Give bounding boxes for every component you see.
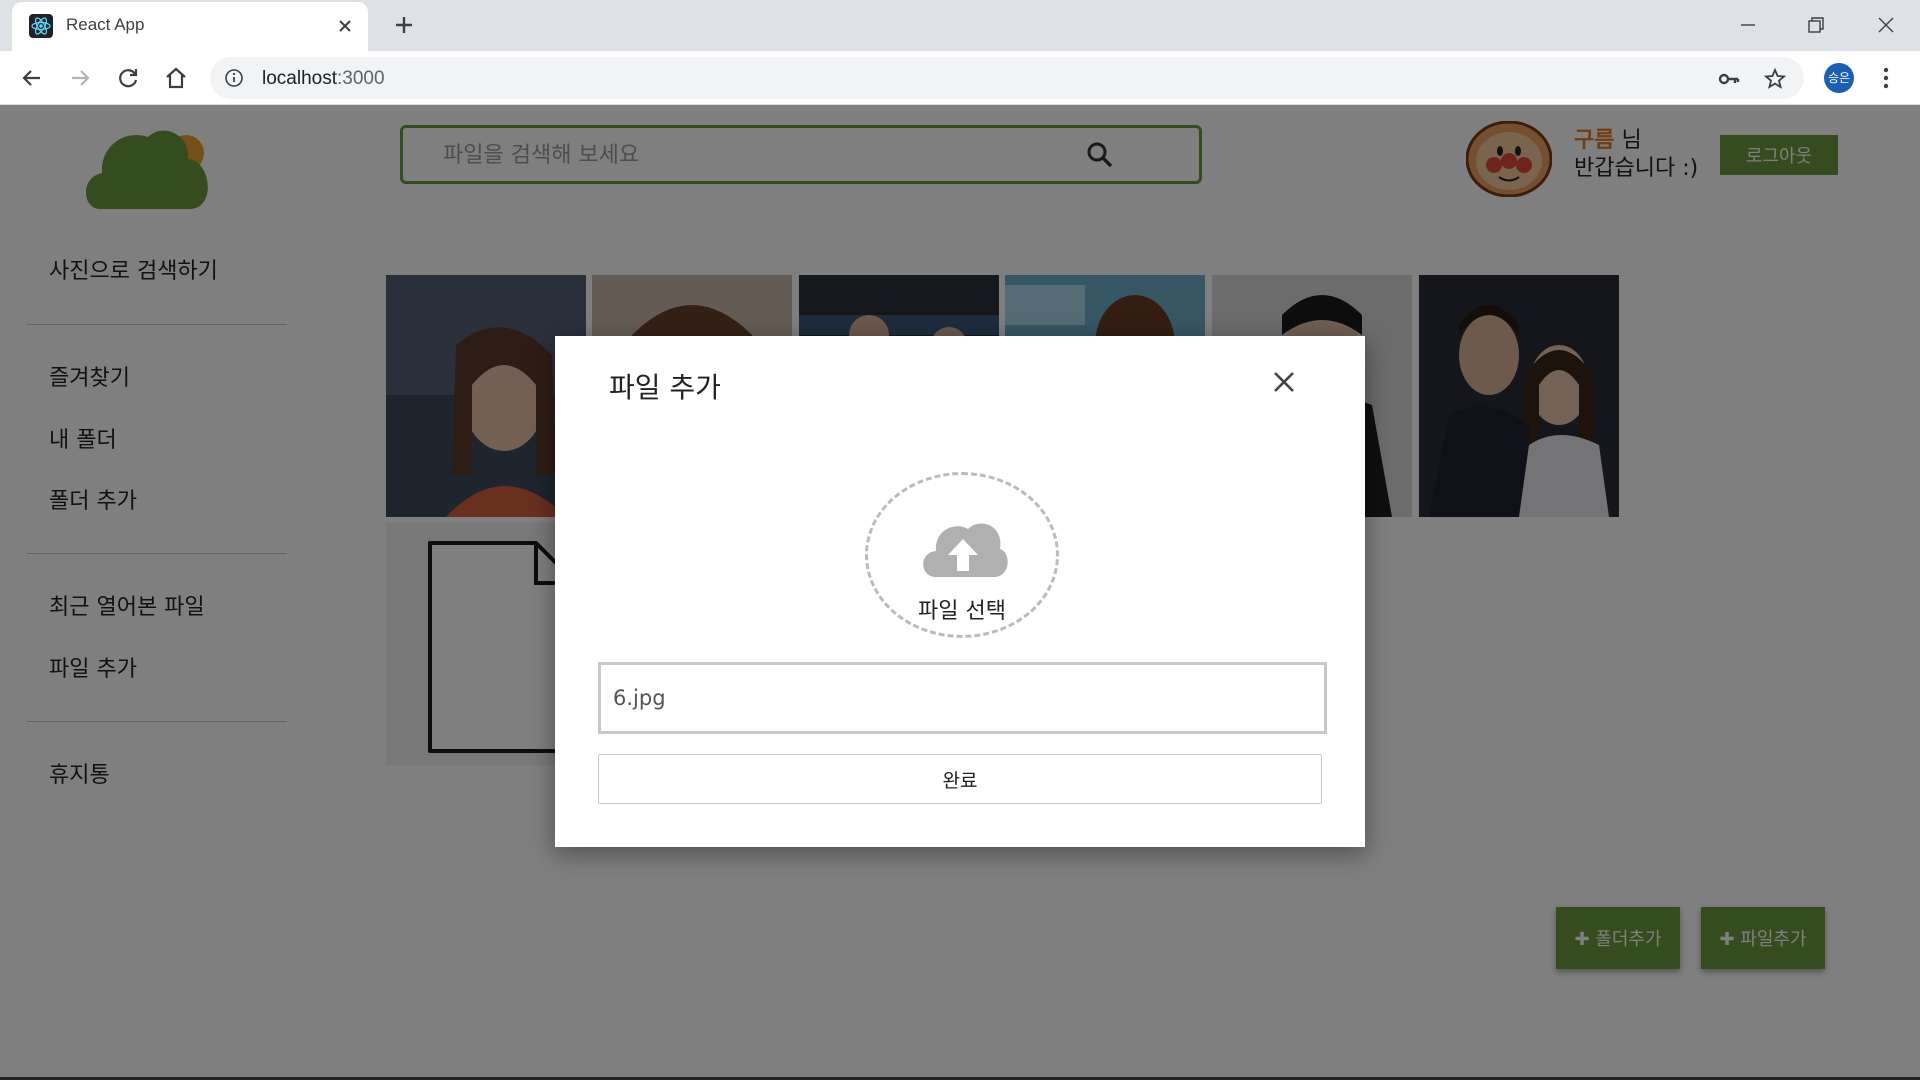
browser-menu-icon[interactable] [1874,65,1898,91]
key-icon[interactable] [1717,67,1741,91]
close-icon[interactable] [1270,368,1298,396]
bookmark-star-icon[interactable] [1763,67,1787,91]
add-file-modal: 파일 추가 파일 선택 완료 [555,336,1365,847]
forward-icon[interactable] [66,64,94,92]
close-window-icon[interactable] [1871,10,1901,40]
cloud-upload-icon [923,523,1008,577]
browser-tab[interactable]: React App [12,2,368,51]
minimize-icon[interactable] [1733,10,1763,40]
browser-toolbar: localhost:3000 승은 [0,51,1920,105]
info-icon[interactable] [224,68,244,88]
modal-title: 파일 추가 [609,371,721,404]
app-page: 구름 님 반갑습니다 :) 로그아웃 사진으로 검색하기 즐겨찾기 내 폴더 폴… [0,105,1920,1080]
file-select-label: 파일 선택 [918,599,1006,624]
file-select-dropzone[interactable]: 파일 선택 [865,472,1059,638]
restore-icon[interactable] [1801,10,1831,40]
confirm-button[interactable]: 완료 [598,754,1322,804]
reload-icon[interactable] [114,64,142,92]
url-text: localhost:3000 [262,68,385,89]
profile-avatar[interactable]: 승은 [1824,63,1854,93]
tab-title: React App [66,15,145,34]
filename-field[interactable] [598,662,1327,734]
react-logo-icon [29,14,53,38]
home-icon[interactable] [162,64,190,92]
back-icon[interactable] [18,64,46,92]
browser-tabstrip: React App [0,0,1920,51]
tab-close-icon[interactable] [334,15,356,37]
new-tab-icon[interactable] [392,13,416,37]
address-bar[interactable]: localhost:3000 [210,57,1804,99]
